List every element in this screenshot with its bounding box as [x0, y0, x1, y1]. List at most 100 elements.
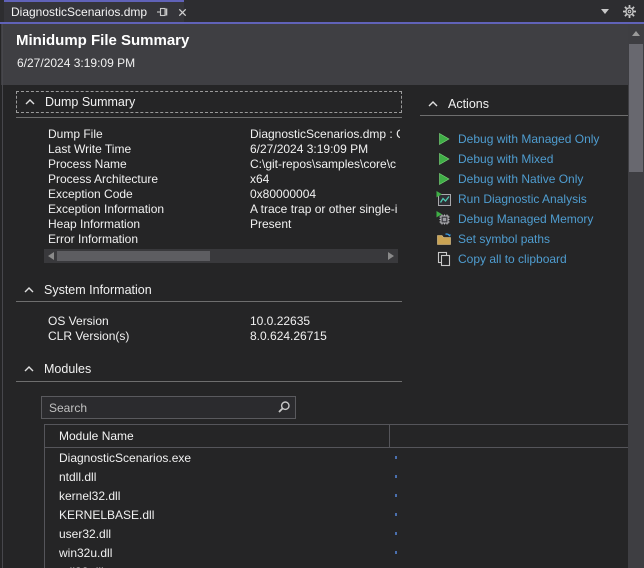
- section-divider: [420, 115, 628, 116]
- section-title: Dump Summary: [45, 95, 135, 109]
- scroll-left-arrow-icon[interactable]: [48, 252, 54, 260]
- field-label: OS Version: [48, 314, 250, 329]
- action-label: Run Diagnostic Analysis: [458, 192, 587, 206]
- table-row[interactable]: kernel32.dll: [45, 486, 628, 505]
- action-set-symbol-paths[interactable]: Set symbol paths: [436, 229, 628, 249]
- pane-left-border: [2, 24, 3, 568]
- scroll-up-arrow-icon[interactable]: [632, 31, 640, 36]
- copy-icon: [436, 251, 452, 267]
- search-icon[interactable]: [271, 400, 295, 415]
- field-row: Process Architecturex64: [48, 172, 400, 187]
- tab-title: DiagnosticScenarios.dmp: [11, 5, 147, 19]
- section-title: Actions: [448, 97, 489, 111]
- symbol-paths-icon: [436, 231, 452, 247]
- field-label: Last Write Time: [48, 142, 250, 157]
- module-name: ntdll.dll: [59, 470, 96, 484]
- tab-diagnosticscenarios-dmp[interactable]: DiagnosticScenarios.dmp: [4, 0, 184, 22]
- play-icon: [436, 171, 452, 187]
- chevron-up-icon: [428, 101, 438, 107]
- dump-summary-fields: Dump FileDiagnosticScenarios.dmp : C Las…: [48, 127, 400, 247]
- field-label: Process Architecture: [48, 172, 250, 187]
- column-divider[interactable]: [389, 425, 390, 448]
- document-header: Minidump File Summary 6/27/2024 3:19:09 …: [1, 24, 628, 85]
- system-information-expander[interactable]: System Information: [16, 279, 402, 301]
- module-name: gdi32.dll: [59, 565, 104, 568]
- action-copy-all-to-clipboard[interactable]: Copy all to clipboard: [436, 249, 628, 269]
- module-name: KERNELBASE.dll: [59, 508, 154, 522]
- section-divider: [16, 381, 402, 382]
- action-debug-managed-memory[interactable]: Debug Managed Memory: [436, 209, 628, 229]
- field-row: Process NameC:\git-repos\samples\core\c: [48, 157, 400, 172]
- dump-summary-expander[interactable]: Dump Summary: [16, 91, 402, 113]
- section-divider: [16, 301, 402, 302]
- chevron-down-icon[interactable]: [601, 9, 609, 14]
- modules-expander[interactable]: Modules: [16, 358, 402, 380]
- field-value: 8.0.624.26715: [250, 329, 400, 344]
- vertical-scrollbar-thumb[interactable]: [629, 44, 643, 172]
- action-label: Copy all to clipboard: [458, 252, 567, 266]
- field-row: Exception Code0x80000004: [48, 187, 400, 202]
- module-name: win32u.dll: [59, 546, 112, 560]
- field-value: Present: [250, 217, 400, 232]
- action-label: Debug with Native Only: [458, 172, 583, 186]
- field-label: Process Name: [48, 157, 250, 172]
- horizontal-scrollbar-thumb[interactable]: [57, 251, 210, 261]
- field-value: 0x80000004: [250, 187, 400, 202]
- field-label: Exception Code: [48, 187, 250, 202]
- dump-timestamp: 6/27/2024 3:19:09 PM: [17, 56, 135, 70]
- field-value: C:\git-repos\samples\core\c: [250, 157, 400, 172]
- play-icon: [436, 131, 452, 147]
- field-row: Error Information: [48, 232, 400, 247]
- column-header-label: Module Name: [59, 429, 134, 443]
- field-value: x64: [250, 172, 400, 187]
- action-run-diagnostic-analysis[interactable]: Run Diagnostic Analysis: [436, 189, 628, 209]
- table-row[interactable]: user32.dll: [45, 524, 628, 543]
- diagnostic-analysis-icon: [436, 191, 452, 207]
- page-title: Minidump File Summary: [16, 32, 189, 49]
- dump-summary-horizontal-scrollbar[interactable]: [44, 249, 398, 263]
- play-icon: [436, 151, 452, 167]
- clipped-cell-dot: [395, 494, 397, 497]
- search-input[interactable]: [42, 401, 271, 415]
- field-label: Exception Information: [48, 202, 250, 217]
- document-tab-bar: DiagnosticScenarios.dmp: [0, 0, 644, 22]
- action-label: Debug with Managed Only: [458, 132, 599, 146]
- field-row: Heap InformationPresent: [48, 217, 400, 232]
- minidump-summary-window: DiagnosticScenarios.dmp: [0, 0, 644, 568]
- field-row: CLR Version(s)8.0.624.26715: [48, 329, 400, 344]
- action-debug-managed-only[interactable]: Debug with Managed Only: [436, 129, 628, 149]
- chevron-up-icon: [24, 287, 34, 293]
- field-value: 10.0.22635: [250, 314, 400, 329]
- chevron-up-icon: [25, 99, 35, 105]
- action-debug-mixed[interactable]: Debug with Mixed: [436, 149, 628, 169]
- vertical-scrollbar[interactable]: [628, 24, 644, 568]
- clipped-cell-dot: [395, 456, 397, 459]
- table-row[interactable]: win32u.dll: [45, 543, 628, 562]
- scroll-right-arrow-icon[interactable]: [388, 252, 394, 260]
- field-label: Dump File: [48, 127, 250, 142]
- pin-icon[interactable]: [156, 6, 168, 18]
- tab-bar-controls: [601, 0, 637, 22]
- actions-expander[interactable]: Actions: [420, 93, 628, 115]
- action-label: Debug with Mixed: [458, 152, 553, 166]
- action-label: Set symbol paths: [458, 232, 550, 246]
- close-icon[interactable]: [177, 7, 188, 18]
- clipped-cell-dot: [395, 475, 397, 478]
- table-row[interactable]: DiagnosticScenarios.exe: [45, 448, 628, 467]
- clipped-cell-dot: [395, 532, 397, 535]
- modules-search-box: [41, 396, 296, 419]
- module-name-column-header[interactable]: Module Name: [45, 425, 628, 448]
- field-label: Heap Information: [48, 217, 250, 232]
- field-label: Error Information: [48, 232, 250, 247]
- table-row[interactable]: KERNELBASE.dll: [45, 505, 628, 524]
- table-row[interactable]: ntdll.dll: [45, 467, 628, 486]
- field-label: CLR Version(s): [48, 329, 250, 344]
- modules-table: Module Name DiagnosticScenarios.exe ntdl…: [44, 424, 628, 568]
- field-row: OS Version10.0.22635: [48, 314, 400, 329]
- field-value: [250, 232, 400, 247]
- action-debug-native-only[interactable]: Debug with Native Only: [436, 169, 628, 189]
- gear-icon[interactable]: [622, 4, 637, 19]
- table-row[interactable]: gdi32.dll: [45, 562, 628, 568]
- section-title: System Information: [44, 283, 152, 297]
- field-row: Exception InformationA trace trap or oth…: [48, 202, 400, 217]
